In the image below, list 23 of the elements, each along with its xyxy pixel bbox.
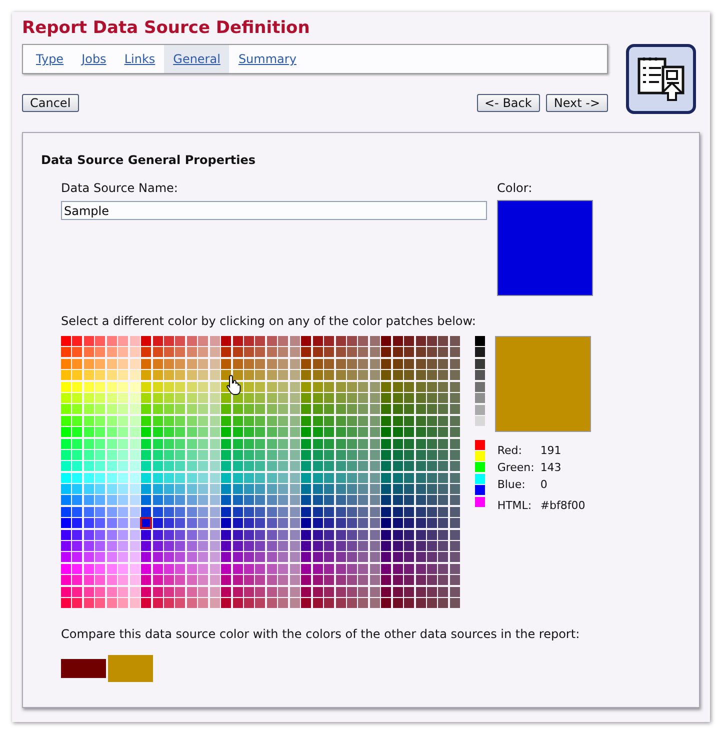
tab[interactable]: Links	[115, 45, 164, 73]
html-label: HTML:	[497, 499, 533, 512]
name-input[interactable]: Sample	[61, 201, 487, 220]
instruction-text: Select a different color by clicking on any of the color patches below:	[61, 314, 477, 328]
tab[interactable]: Type	[27, 45, 73, 73]
section-heading: Data Source General Properties	[41, 153, 257, 167]
channel-value: 0	[540, 478, 548, 491]
field-label: Data Source Name:	[61, 181, 179, 195]
html-value: #bf8f00	[540, 499, 586, 512]
channel-value: 143	[540, 461, 562, 474]
channel-label: Green:	[497, 461, 536, 474]
back-button[interactable]: <- Back	[476, 94, 540, 112]
channel-label: Red:	[497, 444, 523, 457]
next-button[interactable]: Next ->	[546, 94, 608, 112]
field-label: Color:	[497, 181, 534, 195]
channel-value: 191	[540, 444, 562, 457]
channel-label: Blue:	[497, 478, 526, 491]
cancel-button[interactable]: Cancel	[22, 94, 79, 112]
tab[interactable]: Summary	[229, 45, 306, 73]
tab[interactable]: Jobs	[72, 45, 116, 73]
tab[interactable]: General	[164, 45, 230, 73]
compare-text: Compare this data source color with the colors of the other data sources in the report:	[61, 627, 581, 642]
page-title: Report Data Source Definition	[22, 18, 311, 38]
